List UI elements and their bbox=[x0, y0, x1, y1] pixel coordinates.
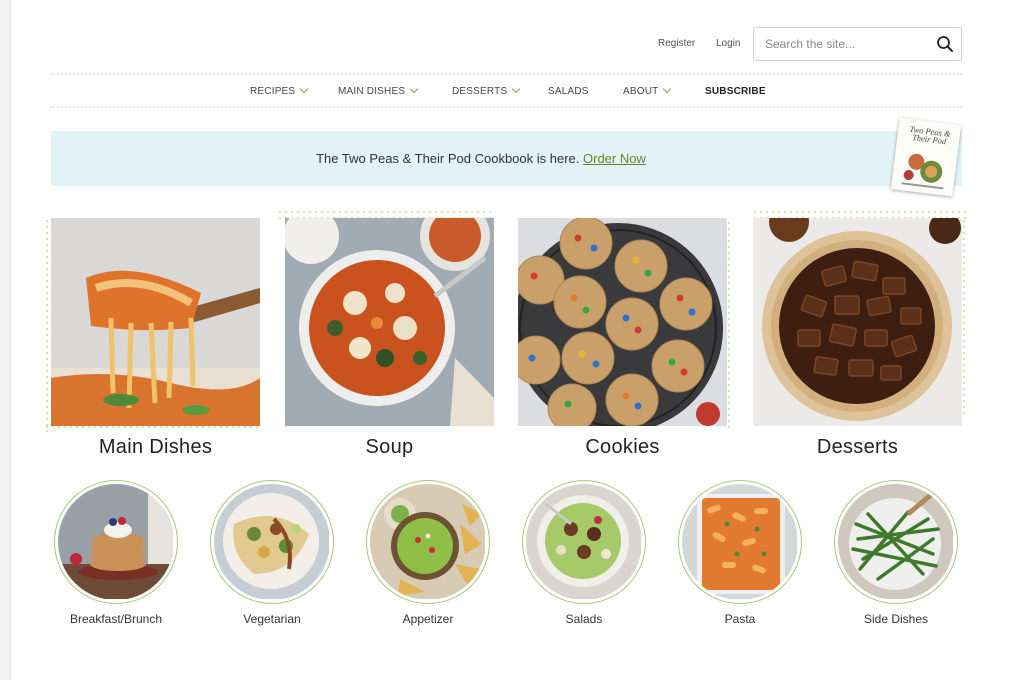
search-input[interactable] bbox=[754, 28, 924, 60]
breakfast-brunch-image bbox=[54, 480, 178, 604]
cookies-image bbox=[518, 218, 727, 426]
banner-message: The Two Peas & Their Pod Cookbook is her… bbox=[316, 151, 580, 166]
main-dishes-image bbox=[51, 218, 260, 426]
site-search bbox=[753, 27, 962, 61]
nav-item-about[interactable]: ABOUT bbox=[623, 84, 672, 97]
category-card-cookies[interactable]: Cookies bbox=[518, 218, 727, 458]
subcategory-breakfast-brunch[interactable]: Breakfast/Brunch bbox=[54, 480, 178, 626]
category-card-desserts[interactable]: Desserts bbox=[753, 218, 962, 458]
category-card-soup[interactable]: Soup bbox=[285, 218, 494, 458]
category-label[interactable]: Desserts bbox=[733, 436, 982, 459]
appetizer-image bbox=[366, 480, 490, 604]
pasta-image bbox=[678, 480, 802, 604]
decorative-dots bbox=[961, 218, 969, 418]
page-left-edge bbox=[0, 0, 11, 680]
chevron-down-icon bbox=[300, 84, 309, 94]
cookbook-banner: The Two Peas & Their Pod Cookbook is her… bbox=[51, 131, 962, 186]
subcategory-appetizer[interactable]: Appetizer bbox=[366, 480, 490, 626]
category-label[interactable]: Main Dishes bbox=[31, 436, 280, 459]
register-link[interactable]: Register bbox=[658, 38, 695, 49]
nav-item-subscribe[interactable]: SUBSCRIBE bbox=[705, 86, 766, 97]
main-navigation: RECIPES MAIN DISHES DESSERTS SALADS ABOU… bbox=[50, 73, 962, 108]
subcategory-pasta[interactable]: Pasta bbox=[678, 480, 802, 626]
category-label[interactable]: Soup bbox=[265, 436, 514, 459]
side-dishes-image bbox=[834, 480, 958, 604]
category-card-main-dishes[interactable]: Main Dishes bbox=[51, 218, 260, 458]
chevron-down-icon bbox=[512, 84, 521, 94]
nav-item-recipes[interactable]: RECIPES bbox=[250, 84, 309, 97]
soup-image bbox=[285, 218, 494, 426]
search-icon[interactable] bbox=[936, 35, 954, 53]
subcategory-label[interactable]: Side Dishes bbox=[804, 612, 988, 626]
category-label[interactable]: Cookies bbox=[498, 436, 747, 459]
decorative-dots bbox=[726, 220, 734, 432]
nav-label: DESSERTS bbox=[452, 86, 508, 97]
vegetarian-image bbox=[210, 480, 334, 604]
order-now-link[interactable]: Order Now bbox=[583, 151, 646, 166]
subcategory-vegetarian[interactable]: Vegetarian bbox=[210, 480, 334, 626]
banner-text: The Two Peas & Their Pod Cookbook is her… bbox=[51, 151, 911, 166]
nav-item-desserts[interactable]: DESSERTS bbox=[452, 84, 521, 97]
chevron-down-icon bbox=[663, 84, 672, 94]
login-link[interactable]: Login bbox=[716, 38, 740, 49]
chevron-down-icon bbox=[409, 84, 419, 94]
salads-image bbox=[522, 480, 646, 604]
cookbook-cover-image[interactable]: Two Peas & Their Pod bbox=[890, 117, 962, 197]
nav-label: RECIPES bbox=[250, 86, 296, 97]
nav-label: ABOUT bbox=[623, 86, 659, 97]
nav-item-salads[interactable]: SALADS bbox=[548, 86, 589, 97]
subcategory-side-dishes[interactable]: Side Dishes bbox=[834, 480, 958, 626]
nav-item-main-dishes[interactable]: MAIN DISHES bbox=[338, 84, 419, 97]
subcategory-salads[interactable]: Salads bbox=[522, 480, 646, 626]
desserts-image bbox=[753, 218, 962, 426]
nav-label: MAIN DISHES bbox=[338, 86, 406, 97]
